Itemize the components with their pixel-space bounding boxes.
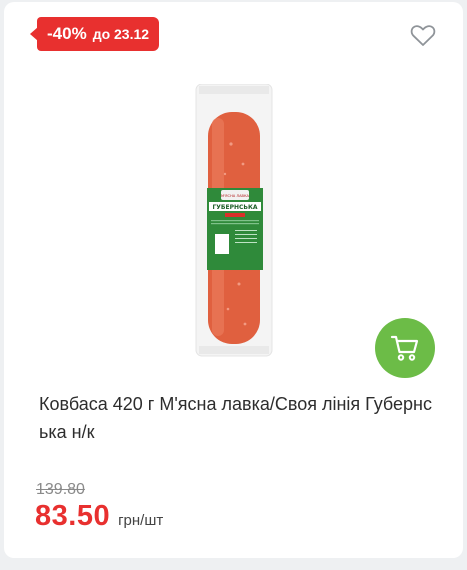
- label-brand: М'ЯСНА ЛАВКА: [221, 194, 250, 198]
- favorite-button[interactable]: [410, 24, 436, 48]
- product-image[interactable]: М'ЯСНА ЛАВКА ГУБЕРНСЬКА: [195, 83, 275, 359]
- label-name: ГУБЕРНСЬКА: [212, 204, 257, 211]
- cart-icon: [390, 335, 419, 361]
- discount-badge: -40% до 23.12: [29, 17, 160, 51]
- old-price: 139.80: [36, 481, 85, 498]
- product-title[interactable]: Ковбаса 420 г М'ясна лавка/Своя лінія Гу…: [39, 390, 434, 446]
- product-card[interactable]: -40% до 23.12 М'ЯСНА ЛАВКА ГУБЕРНСЬКА Ко…: [4, 2, 463, 558]
- price-unit: грн/шт: [118, 512, 164, 529]
- discount-until: до 23.12: [92, 26, 150, 42]
- current-price: 83.50: [35, 500, 111, 532]
- sausage-image: М'ЯСНА ЛАВКА ГУБЕРНСЬКА: [195, 83, 273, 357]
- discount-percent: -40%: [47, 24, 87, 43]
- heart-icon: [410, 25, 436, 46]
- add-to-cart-button[interactable]: [375, 318, 435, 378]
- price-row: 83.50 грн/шт: [35, 500, 163, 533]
